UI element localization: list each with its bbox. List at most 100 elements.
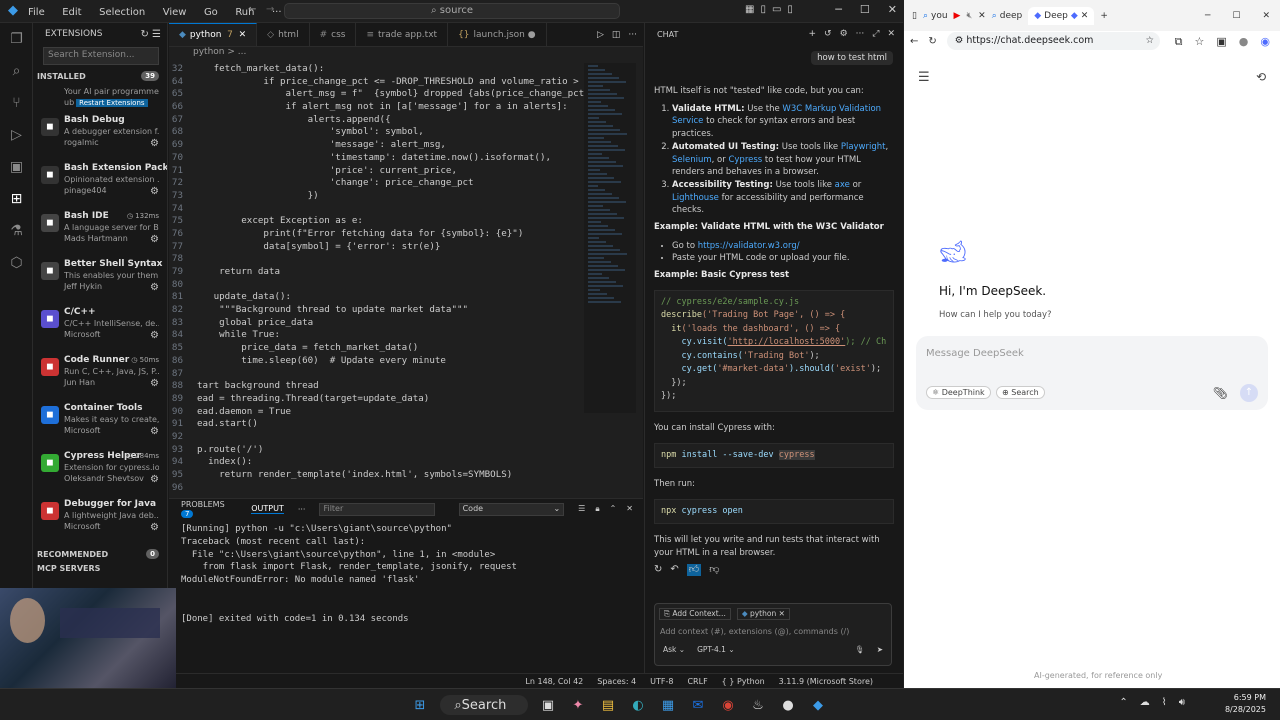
gear-icon[interactable]: ⚙ [150, 234, 159, 245]
copilot-icon[interactable]: ◉ [1260, 35, 1270, 49]
chat-input[interactable]: Add context (#), extensions (@), command… [655, 624, 891, 639]
playwright-link[interactable]: Playwright [841, 142, 886, 152]
run-code-block[interactable]: npx cypress open [654, 498, 894, 525]
gear-icon[interactable]: ⚙ [150, 138, 159, 149]
maximize-icon[interactable]: ☐ [860, 3, 870, 16]
new-chat-icon[interactable]: ⟲ [1256, 70, 1266, 84]
tab-deep-search[interactable]: ⌕ deep [992, 11, 1023, 21]
tab-python[interactable]: ◆ python 7 ✕ [169, 23, 258, 46]
encoding[interactable]: UTF-8 [650, 677, 673, 686]
new-tab-icon[interactable]: + [1100, 11, 1108, 21]
extension-item[interactable]: ◼ Code Runner ◷ 50ms Run C, C++, Java, JS, … [33, 353, 167, 401]
network-icon[interactable]: ⌇ [1162, 697, 1167, 708]
mic-icon[interactable]: 🎙︎ [855, 645, 865, 654]
minimap[interactable] [584, 63, 636, 413]
output-channel-select[interactable]: Code ⌄ [458, 502, 565, 516]
menu-file[interactable]: File [28, 7, 45, 18]
back-icon[interactable]: ← [910, 36, 918, 47]
file-explorer-icon[interactable]: ▤ [598, 695, 618, 715]
minimize-icon[interactable]: ─ [835, 3, 842, 16]
maximize-icon[interactable]: ⤢ [872, 29, 879, 39]
gear-icon[interactable]: ⚙ [840, 29, 848, 39]
maximize-panel-icon[interactable]: ⌃ [610, 504, 617, 514]
run-debug-icon[interactable]: ▷ [0, 119, 33, 151]
lighthouse-link[interactable]: Lighthouse [672, 193, 719, 203]
menu-icon[interactable]: ☰ [918, 70, 930, 85]
python-interpreter[interactable]: 3.11.9 (Microsoft Store) [779, 677, 873, 686]
menu-selection[interactable]: Selection [99, 7, 145, 18]
extension-item[interactable]: ◼ C/C++ C/C++ IntelliSense, de... Microsoft… [33, 305, 167, 353]
layout-icon[interactable]: ▦ [745, 4, 754, 15]
extension-item[interactable]: ◼ Bash Debug A debugger extension f... roga… [33, 113, 167, 161]
send-button[interactable]: ↑ [1240, 384, 1258, 402]
deepthink-button[interactable]: ⚛ DeepThink [926, 386, 991, 399]
collections-icon[interactable]: ▣ [1216, 35, 1226, 49]
chevron-up-icon[interactable]: ⌃ [1119, 697, 1127, 708]
command-center[interactable]: ⌕ source [284, 3, 620, 19]
breadcrumb[interactable]: python > ... [169, 47, 643, 61]
toggle-panel-icon[interactable]: ▭ [772, 4, 781, 15]
code-area[interactable]: 32 fetch_market_data(): 64 if price_chang… [169, 63, 584, 497]
thumbs-up-icon[interactable]: 👍︎ [686, 563, 702, 577]
list-icon[interactable]: ☰ [578, 504, 585, 514]
mode-select[interactable]: Ask ⌄ [663, 645, 685, 654]
context-chip[interactable]: ◆ python ✕ [736, 608, 790, 620]
url-field[interactable]: ⚙ https://chat.deepseek.com ☆ [946, 32, 1160, 50]
more-icon[interactable]: ··· [298, 505, 306, 514]
toggle-sidebar-icon[interactable]: ▯ [760, 4, 766, 15]
outlook-icon[interactable]: ✉ [688, 695, 708, 715]
retry-icon[interactable]: ↻ [654, 564, 662, 577]
nav-back-icon[interactable]: ← [248, 4, 256, 15]
menu-view[interactable]: View [163, 7, 187, 18]
add-context-button[interactable]: ⎘ Add Context... [659, 608, 731, 620]
close-icon[interactable]: ✕ [779, 609, 785, 618]
close-icon[interactable]: ✕ [1081, 11, 1089, 21]
gear-icon[interactable]: ⚙ [150, 474, 159, 485]
nav-forward-icon[interactable]: → [266, 4, 274, 15]
cloud-icon[interactable]: ☁ [1140, 697, 1150, 708]
gear-icon[interactable]: ⚙ [150, 522, 159, 533]
line-ending[interactable]: CRLF [687, 677, 707, 686]
containers-icon[interactable]: ⬡ [0, 247, 33, 279]
extension-item[interactable]: ◼ Better Shell Syntax This enables your th… [33, 257, 167, 305]
undo-icon[interactable]: ↶ [670, 564, 678, 577]
tab-youtube[interactable]: ⌕ you [923, 11, 948, 21]
model-select[interactable]: GPT-4.1 ⌄ [697, 645, 735, 654]
tab-problems[interactable]: PROBLEMS 7 [181, 500, 237, 519]
selenium-link[interactable]: Selenium [672, 155, 712, 165]
gear-icon[interactable]: ⚙ [150, 330, 159, 341]
edge-icon[interactable]: ◐ [628, 695, 648, 715]
extension-item[interactable]: ◼ Container Tools Makes it easy to create,… [33, 401, 167, 449]
gear-icon[interactable]: ⚙ [150, 282, 159, 293]
toggle-secondary-icon[interactable]: ▯ [787, 4, 793, 15]
filter-input[interactable]: Filter [319, 502, 435, 516]
testing-icon[interactable]: ⚗ [0, 215, 33, 247]
extension-item[interactable]: ◼ Bash Extension Pack Opinionated extensio… [33, 161, 167, 209]
favorites-icon[interactable]: ☆ [1195, 35, 1205, 49]
minimize-icon[interactable]: ─ [1205, 11, 1210, 21]
thumbs-down-icon[interactable]: 👎︎ [709, 564, 719, 577]
youtube-icon[interactable]: ▶ [954, 11, 961, 21]
mute-icon[interactable]: 🔇︎ [966, 11, 972, 21]
extension-item-copilot[interactable]: Your AI pair programmer ub Restart Extens… [33, 83, 167, 113]
tab-css[interactable]: # css [310, 23, 357, 46]
close-panel-icon[interactable]: ✕ [626, 504, 633, 514]
tab-html[interactable]: ◇ html [257, 23, 310, 46]
close-icon[interactable]: ✕ [888, 3, 897, 16]
store-icon[interactable]: ▦ [658, 695, 678, 715]
volume-icon[interactable]: 🔊︎ [1179, 697, 1185, 708]
extensions-icon[interactable]: ⧉ [1175, 35, 1183, 49]
extension-item[interactable]: ◼ Debugger for Java A lightweight Java deb… [33, 497, 167, 545]
cursor-position[interactable]: Ln 148, Col 42 [525, 677, 583, 686]
start-icon[interactable]: ⊞ [410, 695, 430, 715]
gear-icon[interactable]: ⚙ [150, 426, 159, 437]
new-chat-icon[interactable]: + [808, 29, 816, 39]
extension-item[interactable]: ◼ Bash IDE ◷ 132ms A language server for B.… [33, 209, 167, 257]
code-block[interactable]: // cypress/e2e/sample.cy.js describe('Tr… [654, 289, 894, 412]
attach-icon[interactable]: 📎︎ [1213, 386, 1228, 400]
menu-edit[interactable]: Edit [62, 7, 81, 18]
extension-item[interactable]: ◼ Cypress Helper ◷ 284ms Extension for cypr… [33, 449, 167, 497]
gear-icon[interactable]: ⚙ [150, 378, 159, 389]
search-button[interactable]: ⊕ Search [996, 386, 1045, 399]
gear-icon[interactable]: ⚙ [150, 186, 159, 197]
